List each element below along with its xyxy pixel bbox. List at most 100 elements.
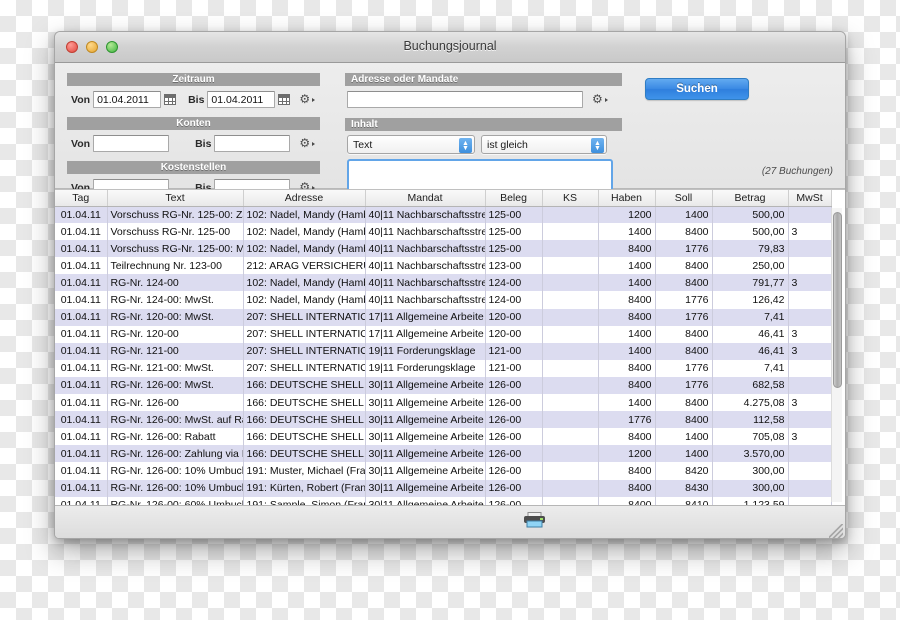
konten-bis-label: Bis	[195, 137, 212, 150]
table-row[interactable]: 01.04.11 RG-Nr. 120-00: MwSt. 207: SHELL I…	[55, 308, 832, 326]
column-header-adresse[interactable]: Adresse	[243, 190, 366, 207]
kostenstellen-group-header: Kostenstellen	[67, 161, 320, 174]
adresse-options-button[interactable]: ⚙	[587, 93, 608, 105]
cell-ks	[542, 206, 599, 224]
cell-mwst	[788, 240, 832, 258]
cell-mandat: 40|11 Nachbarschaftsstre	[365, 206, 486, 224]
cell-tag: 01.04.11	[55, 462, 108, 480]
cell-ks	[542, 394, 599, 412]
table-row[interactable]: 01.04.11 Teilrechnung Nr. 123-00 212: ARAG…	[55, 257, 832, 275]
cell-mandat: 40|11 Nachbarschaftsstre	[365, 274, 486, 292]
cell-tag: 01.04.11	[55, 376, 108, 395]
cell-adresse: 212: ARAG VERSICHERUNGSG	[243, 257, 366, 275]
cell-mwst	[788, 291, 832, 309]
cell-tag: 01.04.11	[55, 325, 108, 343]
column-header-mwst[interactable]: MwSt	[788, 190, 832, 207]
inhalt-field-select[interactable]: Text ▲ ▼	[347, 135, 475, 154]
cell-mandat: 19|11 Forderungsklage	[365, 342, 486, 360]
zeitraum-options-button[interactable]: ⚙	[294, 93, 316, 105]
cell-haben: 1400	[598, 223, 656, 241]
table-row[interactable]: 01.04.11 RG-Nr. 121-00 207: SHELL INTERNAT…	[55, 342, 832, 360]
zeitraum-row: Von Bis ⚙	[67, 89, 320, 110]
cell-haben: 1400	[598, 325, 656, 343]
table-row[interactable]: 01.04.11 RG-Nr. 126-00: 10% Umbuch 191: Kü…	[55, 479, 832, 497]
cell-adresse: 207: SHELL INTERNATIONAL (	[243, 342, 366, 360]
printer-icon[interactable]	[523, 512, 546, 528]
table-row[interactable]: 01.04.11 RG-Nr. 124-00 102: Nadel, Mandy (…	[55, 274, 832, 292]
konten-options-button[interactable]: ⚙	[294, 137, 316, 149]
cell-beleg: 121-00	[485, 359, 543, 377]
window-bottom-bar	[55, 505, 845, 538]
adresse-input[interactable]	[347, 91, 583, 108]
cell-mwst	[788, 206, 832, 224]
inhalt-selects-row: Text ▲ ▼ ist gleich ▲ ▼	[345, 134, 622, 155]
column-header-tag[interactable]: Tag	[55, 190, 108, 207]
cell-soll: 1400	[655, 445, 713, 463]
konten-von-input[interactable]	[93, 135, 170, 152]
inhalt-textarea[interactable]	[347, 159, 613, 192]
zeitraum-von-input[interactable]	[93, 91, 162, 108]
column-header-mandat[interactable]: Mandat	[365, 190, 486, 207]
window-titlebar: Buchungsjournal	[55, 32, 845, 63]
cell-text: Vorschuss RG-Nr. 125-00: Za	[107, 206, 244, 224]
cell-haben: 8400	[598, 376, 656, 395]
window-resize-grip[interactable]	[829, 524, 843, 538]
cell-mandat: 30|11 Allgemeine Arbeite	[365, 394, 486, 412]
table-row[interactable]: 01.04.11 RG-Nr. 121-00: MwSt. 207: SHELL I…	[55, 359, 832, 377]
cell-beleg: 126-00	[485, 376, 543, 395]
filter-column-middle: Adresse oder Mandate ⚙ Inhalt Text ▲ ▼ is…	[345, 73, 622, 192]
table-row[interactable]: 01.04.11 RG-Nr. 126-00: MwSt. auf Ra 166: …	[55, 411, 832, 429]
table-row[interactable]: 01.04.11 Vorschuss RG-Nr. 125-00: Za 102: …	[55, 206, 832, 224]
cell-mandat: 40|11 Nachbarschaftsstre	[365, 240, 486, 258]
table-row[interactable]: 01.04.11 RG-Nr. 126-00: MwSt. 166: DEUTSCH…	[55, 376, 832, 395]
calendar-icon[interactable]	[278, 94, 291, 105]
table-row[interactable]: 01.04.11 RG-Nr. 126-00: Zahlung via I 166:…	[55, 445, 832, 463]
cell-mwst	[788, 359, 832, 377]
column-header-text[interactable]: Text	[107, 190, 244, 207]
calendar-icon[interactable]	[164, 94, 177, 105]
table-row[interactable]: 01.04.11 Vorschuss RG-Nr. 125-00 102: Nade…	[55, 223, 832, 241]
cell-soll: 8430	[655, 479, 713, 497]
vertical-scrollbar[interactable]	[831, 208, 842, 502]
cell-mandat: 30|11 Allgemeine Arbeite	[365, 496, 486, 505]
cell-betrag: 500,00	[712, 223, 789, 241]
cell-tag: 01.04.11	[55, 394, 108, 412]
cell-haben: 1400	[598, 274, 656, 292]
cell-mwst: 3	[788, 394, 832, 412]
cell-mwst: 3	[788, 274, 832, 292]
table-row[interactable]: 01.04.11 RG-Nr. 124-00: MwSt. 102: Nadel, …	[55, 291, 832, 309]
table-row[interactable]: 01.04.11 RG-Nr. 126-00: 10% Umbuch 191: Mu…	[55, 462, 832, 480]
cell-betrag: 4.275,08	[712, 394, 789, 412]
table-row[interactable]: 01.04.11 Vorschuss RG-Nr. 125-00: M 102: N…	[55, 240, 832, 258]
cell-betrag: 791,77	[712, 274, 789, 292]
zeitraum-bis-input[interactable]	[207, 91, 276, 108]
zeitraum-group-header: Zeitraum	[67, 73, 320, 86]
column-header-soll[interactable]: Soll	[655, 190, 713, 207]
cell-mandat: 40|11 Nachbarschaftsstre	[365, 223, 486, 241]
scrollbar-thumb[interactable]	[833, 212, 842, 388]
table-row[interactable]: 01.04.11RG-Nr. 126-00: 60% Umbuch191: Sa…	[55, 496, 832, 505]
cell-ks	[542, 479, 599, 497]
window-title: Buchungsjournal	[403, 39, 497, 53]
table-row[interactable]: 01.04.11 RG-Nr. 120-00 207: SHELL INTERNAT…	[55, 325, 832, 343]
cell-ks	[542, 428, 599, 446]
cell-mandat: 17|11 Allgemeine Arbeite	[365, 325, 486, 343]
column-header-ks[interactable]: KS	[542, 190, 599, 207]
cell-haben: 8400	[598, 428, 656, 446]
table-row[interactable]: 01.04.11 RG-Nr. 126-00: Rabatt 166: DEUTSC…	[55, 428, 832, 446]
cell-beleg: 120-00	[485, 325, 543, 343]
column-header-beleg[interactable]: Beleg	[485, 190, 543, 207]
booking-count-label: (27 Buchungen)	[761, 166, 833, 177]
column-header-betrag[interactable]: Betrag	[712, 190, 789, 207]
cell-mandat: 19|11 Forderungsklage	[365, 359, 486, 377]
cell-beleg: 126-00	[485, 479, 543, 497]
bookings-table: Tag Text Adresse Mandat Beleg KS Haben Soll Betr…	[55, 190, 832, 505]
cell-betrag: 300,00	[712, 479, 789, 497]
column-header-haben[interactable]: Haben	[598, 190, 656, 207]
bookings-table-container[interactable]: Tag Text Adresse Mandat Beleg KS Haben Soll Betr…	[55, 189, 845, 505]
search-button[interactable]: Suchen	[645, 78, 749, 100]
cell-tag: 01.04.11	[55, 206, 108, 224]
table-row[interactable]: 01.04.11 RG-Nr. 126-00 166: DEUTSCHE SHELL…	[55, 394, 832, 412]
inhalt-operator-select[interactable]: ist gleich ▲ ▼	[481, 135, 607, 154]
konten-bis-input[interactable]	[214, 135, 291, 152]
